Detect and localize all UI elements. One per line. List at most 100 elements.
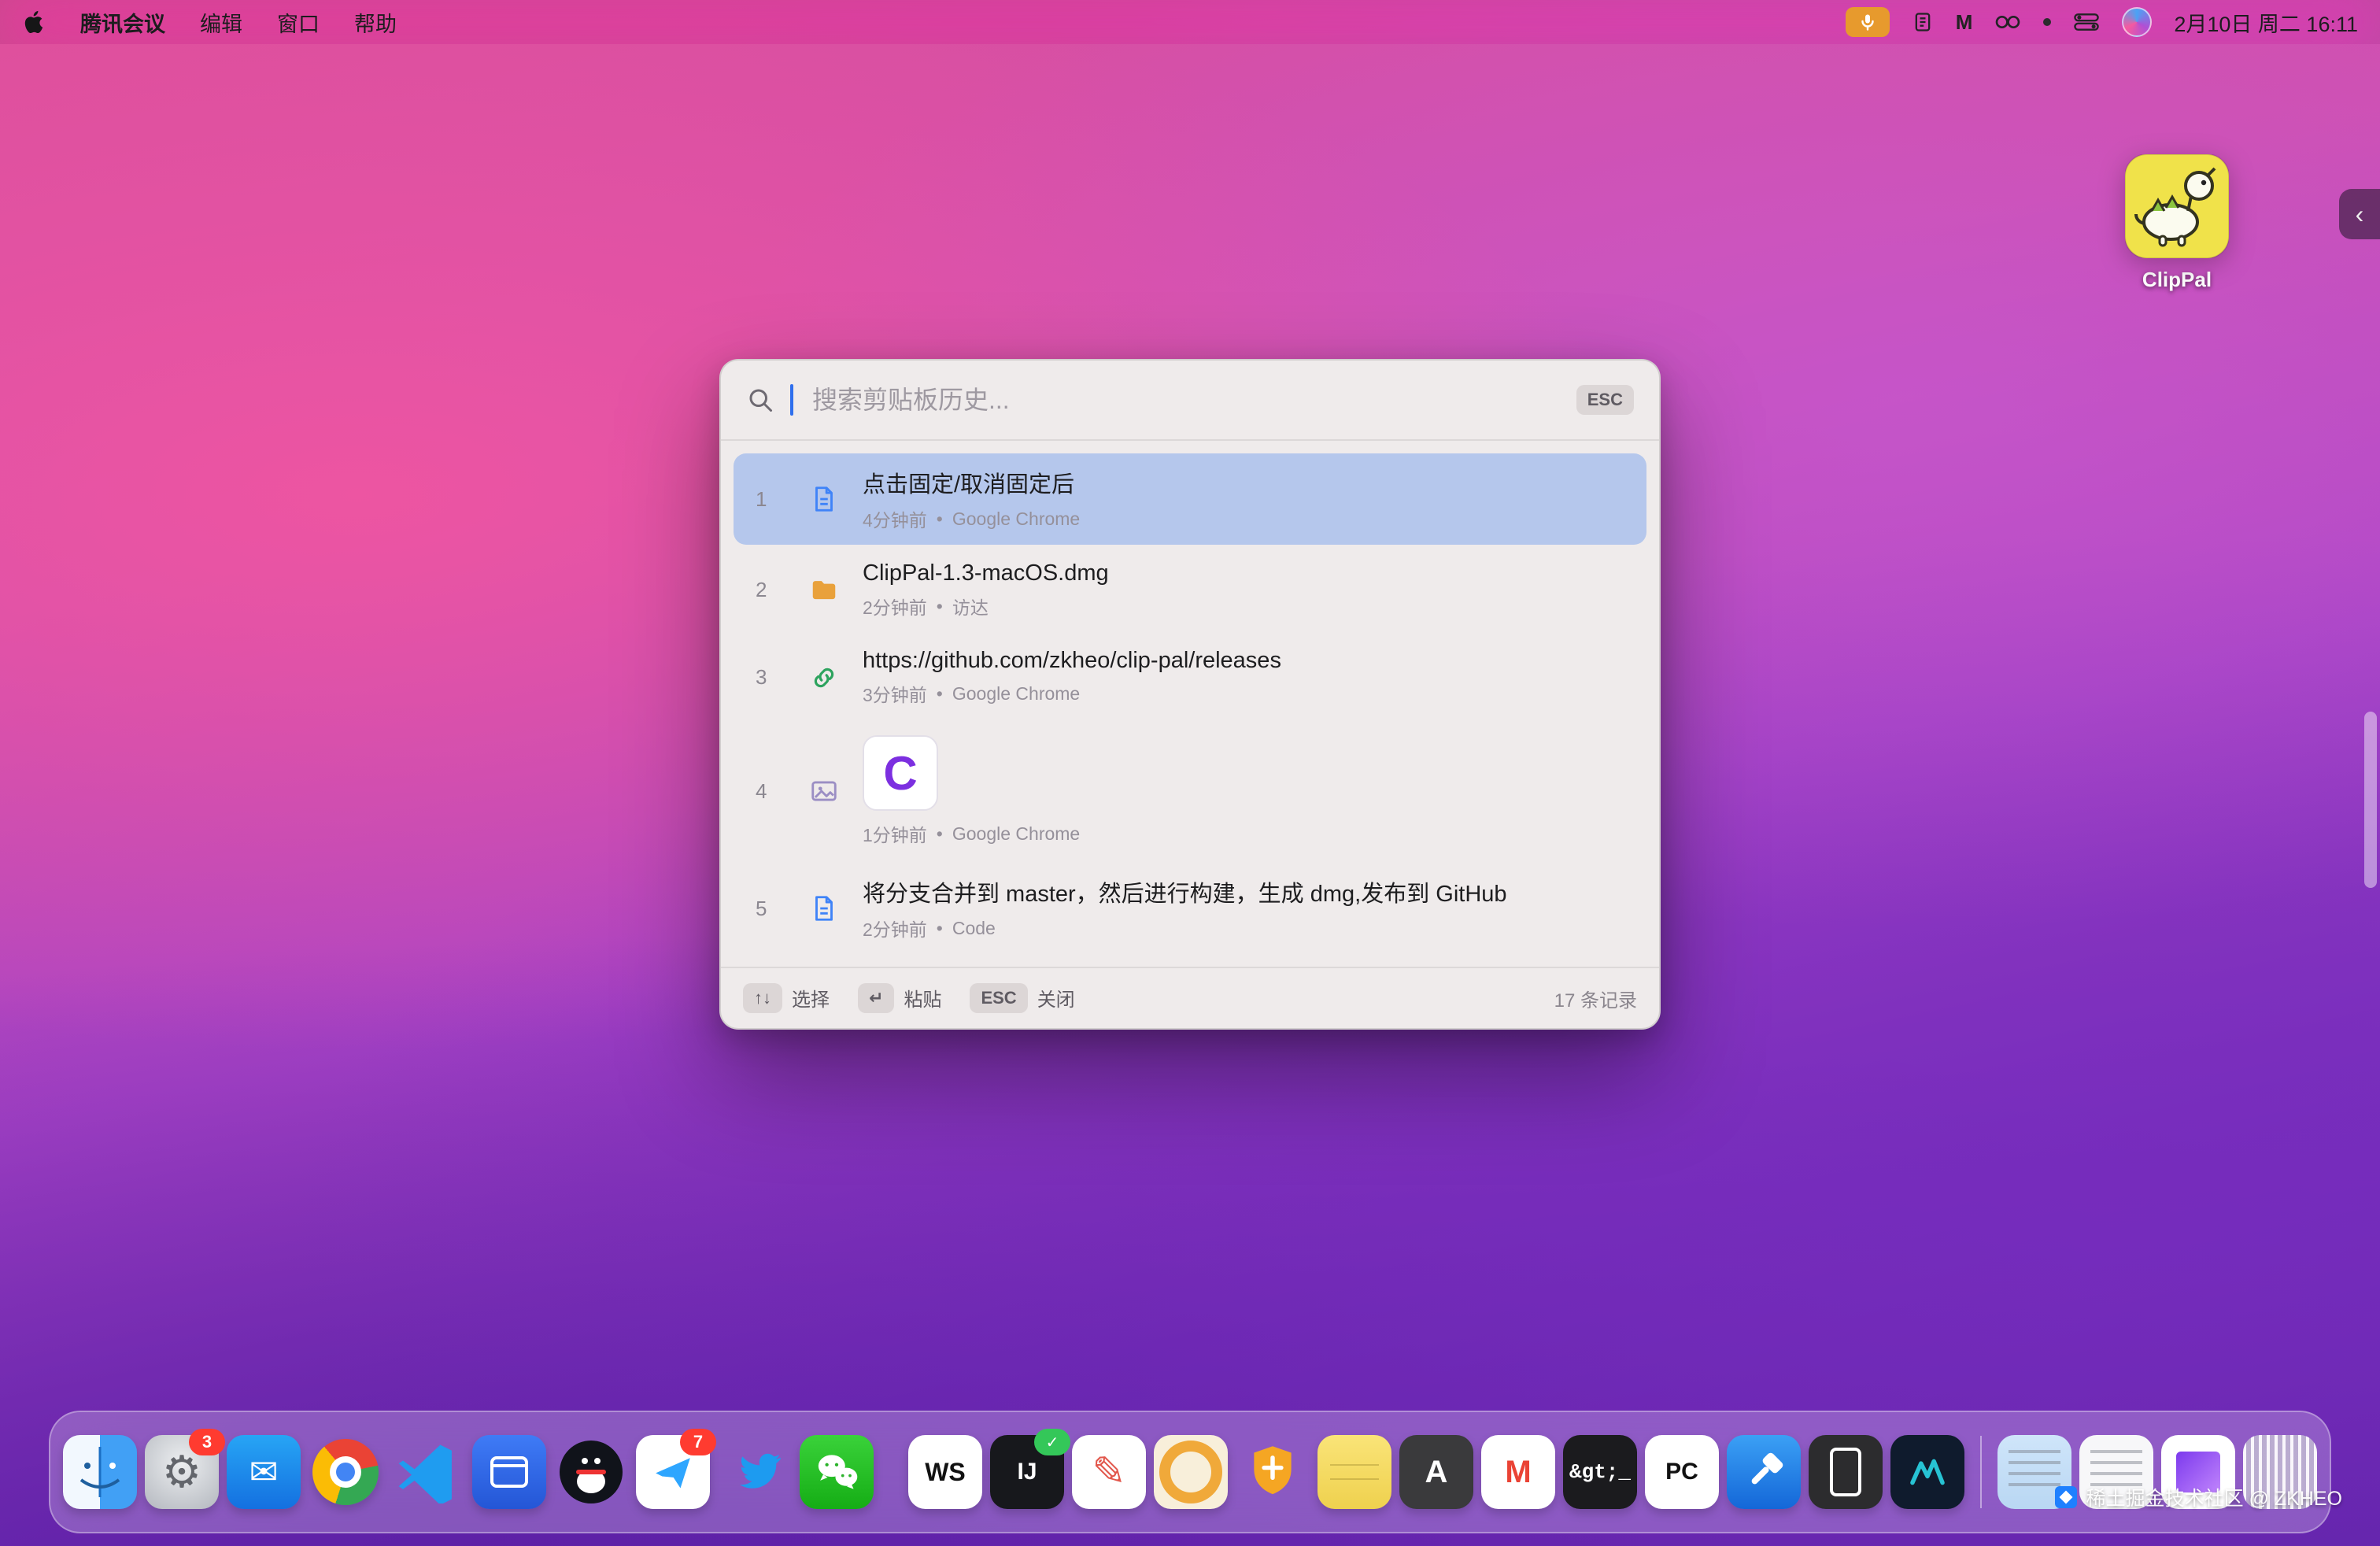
dock-qq[interactable] bbox=[554, 1435, 628, 1509]
close-hint-label: 关闭 bbox=[1037, 984, 1075, 1012]
terminal-prompt-label: &gt;_ bbox=[1569, 1460, 1631, 1484]
esc-badge[interactable]: ESC bbox=[1576, 385, 1634, 416]
meta-separator: • bbox=[937, 509, 943, 530]
account-avatar-icon[interactable] bbox=[2122, 7, 2152, 37]
dock-pc-app[interactable]: PC bbox=[1645, 1435, 1719, 1509]
dock-system-settings[interactable]: ⚙ 3 bbox=[145, 1435, 219, 1509]
clipboard-history-panel: ESC 1 点击固定/取消固定后 4分钟前 • Google Chrome bbox=[719, 359, 1661, 1030]
document-icon bbox=[809, 484, 844, 514]
dock-m-app[interactable] bbox=[1890, 1435, 1964, 1509]
menu-bar-status: M 2月10日 周二 16:11 bbox=[1846, 7, 2358, 38]
dock-mail[interactable]: ✉ bbox=[227, 1435, 301, 1509]
dock-twitter[interactable] bbox=[718, 1435, 792, 1509]
item-content: https://github.com/zkheo/clip-pal/releas… bbox=[863, 648, 1628, 707]
record-count: 17 条记录 bbox=[1554, 985, 1637, 1012]
menu-edit[interactable]: 编辑 bbox=[200, 7, 242, 38]
clipboard-item-3[interactable]: 3 https://github.com/zkheo/clip-pal/rele… bbox=[734, 635, 1646, 719]
desktop: 腾讯会议 编辑 窗口 帮助 M 2月10日 周二 16:11 bbox=[0, 0, 2380, 1546]
window-preview-content bbox=[2009, 1450, 2060, 1494]
item-index: 4 bbox=[756, 779, 784, 804]
edge-panel-toggle[interactable]: ‹ bbox=[2339, 189, 2380, 239]
apple-menu-icon[interactable] bbox=[22, 9, 46, 35]
panel-footer: ↑↓ 选择 ↵ 粘贴 ESC 关闭 17 条记录 bbox=[721, 967, 1659, 1028]
item-meta: 3分钟前 • Google Chrome bbox=[863, 680, 1628, 707]
chat-bubbles-icon bbox=[808, 1445, 865, 1499]
meta-separator: • bbox=[937, 918, 943, 939]
clipboard-item-1[interactable]: 1 点击固定/取消固定后 4分钟前 • Google Chrome bbox=[734, 453, 1646, 545]
dock-a-app[interactable]: A bbox=[1399, 1435, 1473, 1509]
envelope-icon: ✉ bbox=[249, 1452, 279, 1492]
dock-meeting-app[interactable] bbox=[472, 1435, 546, 1509]
qq-penguin-icon bbox=[556, 1437, 626, 1507]
menu-bar-left: 腾讯会议 编辑 窗口 帮助 bbox=[22, 7, 397, 38]
clipboard-item-2[interactable]: 2 ClipPal-1.3-macOS.dmg 2分钟前 • 访达 bbox=[734, 548, 1646, 632]
meta-separator: • bbox=[937, 596, 943, 617]
dock-wechat[interactable] bbox=[800, 1435, 874, 1509]
item-meta: 2分钟前 • Code bbox=[863, 915, 1628, 941]
dock-terminal[interactable]: &gt;_ bbox=[1563, 1435, 1637, 1509]
item-content: ClipPal-1.3-macOS.dmg 2分钟前 • 访达 bbox=[863, 560, 1628, 620]
text-caret bbox=[790, 384, 793, 416]
menu-help[interactable]: 帮助 bbox=[354, 7, 397, 38]
enter-key-badge: ↵ bbox=[858, 983, 894, 1014]
dock-knot-app[interactable] bbox=[1154, 1435, 1228, 1509]
note-lines-icon bbox=[1330, 1452, 1379, 1493]
menu-window[interactable]: 窗口 bbox=[277, 7, 320, 38]
item-time: 3分钟前 bbox=[863, 680, 927, 707]
item-time: 2分钟前 bbox=[863, 593, 927, 620]
image-icon bbox=[809, 776, 844, 806]
pen-icon: ✎ bbox=[1092, 1448, 1126, 1496]
item-source: 访达 bbox=[952, 593, 989, 620]
search-input[interactable] bbox=[809, 384, 1561, 416]
item-time: 4分钟前 bbox=[863, 505, 927, 532]
dock-separator bbox=[1980, 1436, 1982, 1508]
waveform-icon bbox=[1901, 1448, 1954, 1496]
dock-xcode[interactable] bbox=[1727, 1435, 1801, 1509]
select-hint-label: 选择 bbox=[792, 984, 830, 1012]
gmail-menubar-icon[interactable]: M bbox=[1956, 10, 1973, 35]
pc-label: PC bbox=[1665, 1459, 1698, 1485]
dock-finder[interactable] bbox=[63, 1435, 137, 1509]
menubar-clock[interactable]: 2月10日 周二 16:11 bbox=[2174, 7, 2358, 38]
dock-stickies[interactable] bbox=[1318, 1435, 1391, 1509]
link-status-icon[interactable] bbox=[1994, 13, 2021, 31]
dock-ws-app[interactable]: WS bbox=[908, 1435, 982, 1509]
clipboard-item-4[interactable]: 4 C 1分钟前 • Google Chrome bbox=[734, 723, 1646, 860]
dock-gmail[interactable]: M bbox=[1481, 1435, 1555, 1509]
intellij-badge: ✓ bbox=[1034, 1429, 1070, 1455]
bird-icon bbox=[723, 1441, 786, 1503]
paper-plane-icon bbox=[649, 1448, 697, 1496]
esc-key-badge: ESC bbox=[970, 983, 1027, 1014]
meta-separator: • bbox=[937, 823, 943, 845]
paste-hint: ↵ 粘贴 bbox=[858, 983, 941, 1014]
dock-vscode[interactable] bbox=[390, 1435, 464, 1509]
item-index: 3 bbox=[756, 665, 784, 690]
document-icon bbox=[809, 893, 844, 923]
link-icon bbox=[809, 663, 844, 693]
control-center-icon[interactable] bbox=[2073, 12, 2100, 32]
chrome-icon bbox=[312, 1439, 379, 1505]
item-time: 2分钟前 bbox=[863, 915, 927, 941]
clipboard-status-icon[interactable] bbox=[1912, 10, 1934, 34]
item-source: Code bbox=[952, 918, 996, 939]
dock-pen-app[interactable]: ✎ bbox=[1072, 1435, 1146, 1509]
item-time: 1分钟前 bbox=[863, 820, 927, 847]
item-content: 点击固定/取消固定后 4分钟前 • Google Chrome bbox=[863, 466, 1628, 532]
dock-device-app[interactable] bbox=[1809, 1435, 1883, 1509]
dock-intellij[interactable]: IJ ✓ bbox=[990, 1435, 1064, 1509]
desktop-icon-clippal[interactable]: ClipPal bbox=[2109, 154, 2245, 292]
microphone-in-use-icon[interactable] bbox=[1846, 7, 1890, 37]
dock: ⚙ 3 ✉ 7 WS IJ bbox=[49, 1411, 2331, 1533]
dock-chrome[interactable] bbox=[309, 1435, 382, 1509]
dock-shield-app[interactable] bbox=[1236, 1435, 1310, 1509]
watermark-text: 稀土掘金技术社区 @ ZKHEO bbox=[2086, 1483, 2342, 1511]
item-title: https://github.com/zkheo/clip-pal/releas… bbox=[863, 648, 1628, 674]
app-menu-title[interactable]: 腾讯会议 bbox=[80, 7, 165, 38]
recording-dot-icon bbox=[2043, 18, 2051, 26]
clipboard-item-5[interactable]: 5 将分支合并到 master，然后进行构建，生成 dmg,发布到 GitHub… bbox=[734, 863, 1646, 954]
item-source: Google Chrome bbox=[952, 683, 1080, 705]
item-index: 5 bbox=[756, 897, 784, 921]
dock-messenger[interactable]: 7 bbox=[636, 1435, 710, 1509]
ij-label: IJ bbox=[1017, 1459, 1037, 1485]
desktop-edge-scrollbar[interactable] bbox=[2364, 712, 2377, 888]
